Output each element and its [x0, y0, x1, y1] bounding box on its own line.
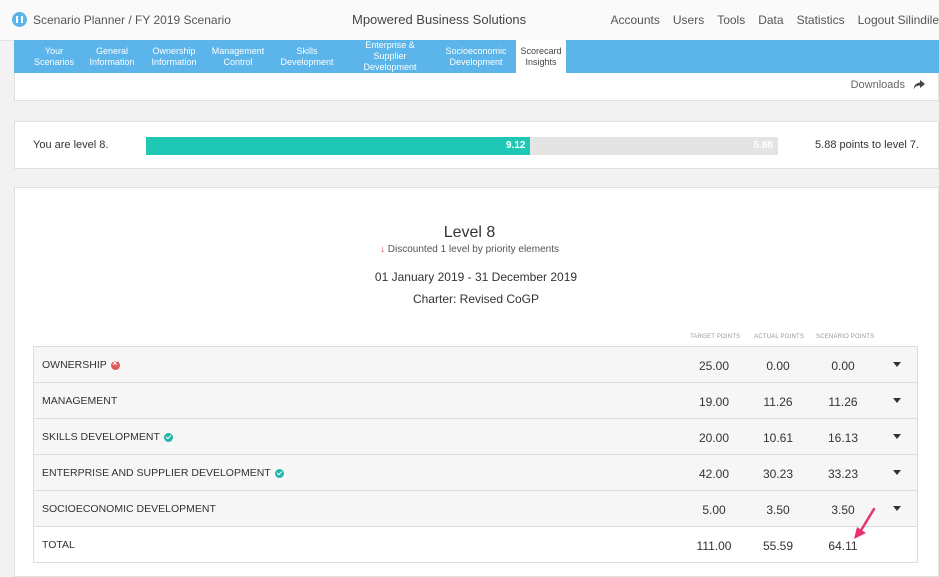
row-label-text: SKILLS DEVELOPMENT [42, 431, 160, 443]
scorecard-period: 01 January 2019 - 31 December 2019 [0, 270, 939, 284]
row-label: OWNERSHIP [42, 359, 120, 371]
down-arrow-icon: ↓ [380, 244, 385, 255]
total-scenario-points: 64.11 [813, 539, 873, 553]
actual-points: 11.26 [748, 395, 808, 409]
tab-general-information[interactable]: General Information [88, 40, 136, 73]
row-label: TOTAL [42, 539, 75, 551]
chevron-down-icon[interactable] [893, 362, 901, 367]
downloads-panel [14, 73, 939, 101]
scenario-points: 33.23 [813, 467, 873, 481]
points-to-next-level: 5.88 points to level 7. [815, 139, 919, 151]
target-points: 5.00 [684, 503, 744, 517]
breadcrumb[interactable]: Scenario Planner / FY 2019 Scenario [12, 12, 231, 27]
actual-points: 3.50 [748, 503, 808, 517]
scenario-points: 0.00 [813, 359, 873, 373]
company-name: Mpowered Business Solutions [352, 12, 526, 27]
check-status-icon [164, 433, 173, 442]
share-arrow-icon [913, 80, 925, 90]
discount-note: ↓ Discounted 1 level by priority element… [0, 244, 939, 255]
table-row-ownership[interactable]: OWNERSHIP 25.00 0.00 0.00 [34, 347, 917, 383]
table-row-total: TOTAL 111.00 55.59 64.11 [34, 527, 917, 563]
nav-users[interactable]: Users [673, 13, 704, 27]
target-points: 20.00 [684, 431, 744, 445]
row-label: ENTERPRISE AND SUPPLIER DEVELOPMENT [42, 467, 284, 479]
chevron-down-icon[interactable] [893, 470, 901, 475]
tab-skills-development[interactable]: Skills Development [278, 40, 336, 73]
scorecard-level-title: Level 8 [0, 224, 939, 242]
target-points: 25.00 [684, 359, 744, 373]
target-points: 19.00 [684, 395, 744, 409]
row-label-text: OWNERSHIP [42, 359, 107, 371]
scenario-points: 11.26 [813, 395, 873, 409]
discount-text: Discounted 1 level by priority elements [388, 244, 559, 255]
actual-points: 30.23 [748, 467, 808, 481]
tab-scorecard-insights[interactable]: Scorecard Insights [516, 40, 566, 73]
row-label-text: ENTERPRISE AND SUPPLIER DEVELOPMENT [42, 467, 271, 479]
table-row-management[interactable]: MANAGEMENT 19.00 11.26 11.26 [34, 383, 917, 419]
tab-ownership-information[interactable]: Ownership Information [150, 40, 198, 73]
target-points: 42.00 [684, 467, 744, 481]
chevron-down-icon[interactable] [893, 434, 901, 439]
remaining-points-value: 5.88 [754, 140, 773, 151]
table-row-skills-development[interactable]: SKILLS DEVELOPMENT 20.00 10.61 16.13 [34, 419, 917, 455]
progress-fill [146, 137, 530, 155]
tab-bar: Your Scenarios General Information Owner… [14, 40, 939, 73]
actual-points: 10.61 [748, 431, 808, 445]
level-progress-bar: 9.12 5.88 [146, 137, 778, 155]
column-header-actual: ACTUAL POINTS [754, 334, 804, 340]
nav-data[interactable]: Data [758, 13, 783, 27]
row-label-text: MANAGEMENT [42, 395, 117, 407]
row-label: MANAGEMENT [42, 395, 117, 407]
chevron-down-icon[interactable] [893, 506, 901, 511]
actual-points: 0.00 [748, 359, 808, 373]
downloads-label: Downloads [851, 79, 905, 91]
nav-logout[interactable]: Logout Silindile [858, 13, 939, 27]
tab-your-scenarios[interactable]: Your Scenarios [32, 40, 76, 73]
chevron-down-icon[interactable] [893, 398, 901, 403]
nav-tools[interactable]: Tools [717, 13, 745, 27]
current-points-value: 9.12 [506, 140, 525, 151]
tab-enterprise-supplier-development[interactable]: Enterprise & Supplier Development [348, 40, 432, 73]
top-bar: Scenario Planner / FY 2019 Scenario Mpow… [0, 0, 939, 41]
top-nav: Accounts Users Tools Data Statistics Log… [611, 13, 939, 27]
downloads-button[interactable]: Downloads [851, 79, 925, 91]
total-actual-points: 55.59 [748, 539, 808, 553]
column-header-scenario: SCENARIO POINTS [816, 334, 874, 340]
row-label: SOCIOECONOMIC DEVELOPMENT [42, 503, 216, 515]
nav-accounts[interactable]: Accounts [611, 13, 660, 27]
table-row-enterprise-supplier-development[interactable]: ENTERPRISE AND SUPPLIER DEVELOPMENT 42.0… [34, 455, 917, 491]
annotation-arrow-icon [852, 506, 878, 540]
row-label-text: TOTAL [42, 539, 75, 551]
scorecard-charter: Charter: Revised CoGP [0, 292, 939, 306]
scenario-points: 16.13 [813, 431, 873, 445]
breadcrumb-text[interactable]: Scenario Planner / FY 2019 Scenario [33, 13, 231, 27]
nav-statistics[interactable]: Statistics [797, 13, 845, 27]
total-target-points: 111.00 [684, 539, 744, 553]
table-row-socioeconomic-development[interactable]: SOCIOECONOMIC DEVELOPMENT 5.00 3.50 3.50 [34, 491, 917, 527]
tab-socioeconomic-development[interactable]: Socioeconomic Development [444, 40, 508, 73]
check-status-icon [275, 469, 284, 478]
current-level-text: You are level 8. [33, 139, 108, 151]
scenario-planner-icon [12, 12, 27, 27]
column-header-target: TARGET POINTS [690, 334, 740, 340]
row-label: SKILLS DEVELOPMENT [42, 431, 173, 443]
scorecard-table: OWNERSHIP 25.00 0.00 0.00 MANAGEMENT 19.… [33, 346, 918, 563]
row-label-text: SOCIOECONOMIC DEVELOPMENT [42, 503, 216, 515]
tab-management-control[interactable]: Management Control [210, 40, 266, 73]
fail-status-icon [111, 361, 120, 370]
